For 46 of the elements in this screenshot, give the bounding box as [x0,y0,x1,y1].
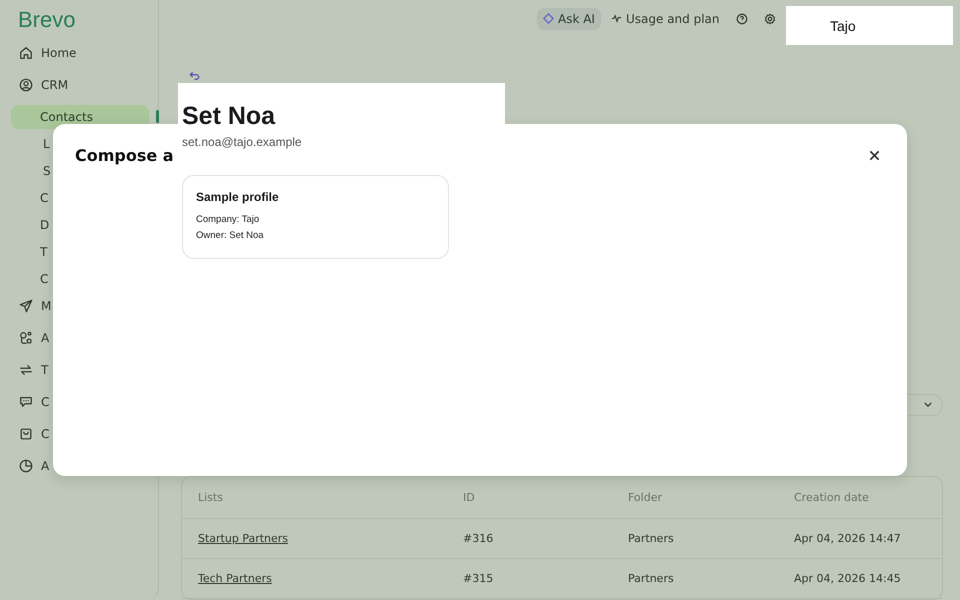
table-cell: Apr 04, 2026 14:45 [794,572,901,585]
brevo-logo: Brevo [17,8,76,34]
profile-email: set.noa@tajo.example [182,135,303,149]
table-cell: #316 [463,532,494,545]
scroll-indicator [156,110,159,123]
settings-icon[interactable] [764,12,776,25]
help-icon[interactable] [736,12,748,25]
profile-name: Set Noa [182,101,276,131]
table-cell: Partners [628,572,674,585]
pulse-icon [610,13,622,24]
chat-icon [19,395,33,409]
sidebar-item[interactable]: CRM [11,73,149,97]
sidebar-item[interactable]: Home [11,41,149,65]
flow-icon [19,331,33,345]
account-box[interactable]: Tajo [786,6,953,45]
bag-icon [19,427,33,441]
close-icon[interactable] [869,150,880,161]
home-icon [19,46,33,60]
back-arrow-icon[interactable] [189,71,200,82]
send-icon [19,299,33,313]
list-name-link[interactable]: Tech Partners [198,572,272,585]
column-header: Folder [628,491,663,504]
profile-detail: Company: Tajo [196,214,260,225]
table-cell: Partners [628,532,674,545]
ask-ai-button[interactable]: Ask AI [537,8,601,30]
pie-icon [19,459,33,473]
diamond-icon [543,13,554,24]
swap-icon [19,363,33,377]
card-title: Sample profile [196,190,280,204]
chevron-down-icon [924,402,932,408]
table-cell: #315 [463,572,494,585]
sidebar-item[interactable]: A [11,326,149,350]
table-cell: Apr 04, 2026 14:47 [794,532,901,545]
column-header: ID [463,491,476,504]
sidebar-item[interactable]: A [11,454,149,478]
column-header: Creation date [794,491,870,504]
list-name-link[interactable]: Startup Partners [198,532,288,545]
sidebar-item[interactable]: C [11,390,149,414]
profile-detail: Owner: Set Noa [196,230,265,241]
sidebar-item[interactable]: T [11,358,149,382]
user-icon [19,78,33,92]
sidebar-item[interactable]: C [11,422,149,446]
sidebar-item[interactable]: M [11,294,149,318]
usage-and-plan-button[interactable]: Usage and plan [610,12,720,26]
column-header: Lists [198,491,224,504]
modal-title: Compose a [75,146,174,165]
